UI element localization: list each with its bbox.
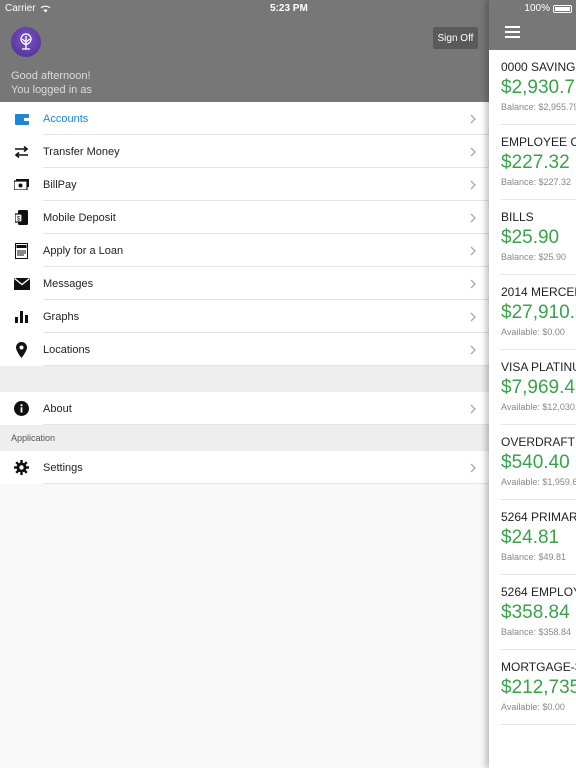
chevron-right-icon <box>465 210 481 226</box>
menu-label-about: About <box>43 402 72 415</box>
menu-item-locations[interactable]: Locations <box>0 333 489 366</box>
account-name: VISA PLATINU <box>501 360 576 374</box>
account-balance: Balance: $227.32 <box>501 177 572 187</box>
chevron-right-icon <box>465 144 481 160</box>
accounts-panel: 100% 0000 SAVINGS $2,930.79 Balance: $2,… <box>489 0 576 768</box>
menu-item-apply-loan[interactable]: Apply for a Loan <box>0 234 489 267</box>
gear-icon <box>0 451 43 484</box>
menu-label-transfer-money: Transfer Money <box>43 145 120 158</box>
menu-label-mobile-deposit: Mobile Deposit <box>43 211 116 224</box>
wallet-icon <box>0 102 43 135</box>
menu-item-billpay[interactable]: BillPay <box>0 168 489 201</box>
account-amount: $24.81 <box>501 527 560 548</box>
transfer-arrows-icon <box>0 135 43 168</box>
greeting: Good afternoon! You logged in as <box>11 69 92 97</box>
menu-label-apply-loan: Apply for a Loan <box>43 244 124 257</box>
account-row[interactable]: 5264 PRIMAR $24.81 Balance: $49.81 <box>501 500 576 575</box>
account-name: MORTGAGE-3 <box>501 660 576 674</box>
menu-label-messages: Messages <box>43 277 94 290</box>
chevron-right-icon <box>465 401 481 417</box>
account-row[interactable]: EMPLOYEE CH $227.32 Balance: $227.32 <box>501 125 576 200</box>
menu-label-settings: Settings <box>43 461 83 474</box>
account-balance: Available: $12,030. <box>501 402 576 412</box>
hamburger-menu-icon[interactable] <box>505 26 520 41</box>
cash-icon <box>0 168 43 201</box>
chevron-right-icon <box>465 460 481 476</box>
account-amount: $227.32 <box>501 152 570 173</box>
account-amount: $540.40 <box>501 452 570 473</box>
account-balance: Available: $0.00 <box>501 702 565 712</box>
account-amount: $25.90 <box>501 227 560 248</box>
accounts-list: 0000 SAVINGS $2,930.79 Balance: $2,955.7… <box>501 50 576 725</box>
account-balance: Available: $0.00 <box>501 327 565 337</box>
account-balance: Balance: $25.90 <box>501 252 567 262</box>
app-logo <box>11 27 41 57</box>
greeting-line-1: Good afternoon! <box>11 70 91 82</box>
status-carrier: Carrier <box>5 3 51 14</box>
account-name: EMPLOYEE CH <box>501 135 576 149</box>
chevron-right-icon <box>465 342 481 358</box>
menu-item-graphs[interactable]: Graphs <box>0 300 489 333</box>
wifi-icon <box>40 5 50 12</box>
battery-icon <box>553 4 572 13</box>
menu-item-about[interactable]: About <box>0 392 489 425</box>
account-name: 2014 MERCED <box>501 285 576 299</box>
side-menu: Carrier 5:23 PM Sign Off Good afternoon!… <box>0 0 489 768</box>
envelope-icon <box>0 267 43 300</box>
menu-label-accounts: Accounts <box>43 112 89 125</box>
menu-spacer <box>0 366 489 392</box>
chevron-right-icon <box>465 276 481 292</box>
menu-item-messages[interactable]: Messages <box>0 267 489 300</box>
chevron-right-icon <box>465 309 481 325</box>
menu-label-billpay: BillPay <box>43 178 77 191</box>
menu-list: Accounts Transfer Money BillPay $ Mobile… <box>0 102 489 484</box>
account-row[interactable]: 2014 MERCED $27,910.9 Available: $0.00 <box>501 275 576 350</box>
status-time: 5:23 PM <box>270 3 308 14</box>
account-balance: Balance: $358.84 <box>501 627 572 637</box>
account-amount: $27,910.9 <box>501 302 576 323</box>
chevron-right-icon <box>465 111 481 127</box>
chevron-right-icon <box>465 243 481 259</box>
sign-off-button[interactable]: Sign Off <box>433 27 478 49</box>
account-row[interactable]: VISA PLATINU $7,969.42 Available: $12,03… <box>501 350 576 425</box>
account-name: BILLS <box>501 210 534 224</box>
menu-item-accounts[interactable]: Accounts <box>0 102 489 135</box>
account-amount: $2,930.79 <box>501 77 576 98</box>
account-balance: Balance: $2,955.79 <box>501 102 576 112</box>
status-battery: 100% <box>524 3 572 14</box>
account-amount: $358.84 <box>501 602 570 623</box>
tree-logo-icon <box>20 33 32 50</box>
menu-label-locations: Locations <box>43 343 91 356</box>
menu-item-transfer-money[interactable]: Transfer Money <box>0 135 489 168</box>
account-name: OVERDRAFT L <box>501 435 576 449</box>
account-row[interactable]: 0000 SAVINGS $2,930.79 Balance: $2,955.7… <box>501 50 576 125</box>
menu-item-settings[interactable]: Settings <box>0 451 489 484</box>
accounts-topbar: 100% <box>489 0 576 50</box>
account-amount: $7,969.42 <box>501 377 576 398</box>
chevron-right-icon <box>465 177 481 193</box>
greeting-line-2: You logged in as <box>11 84 92 96</box>
account-name: 5264 PRIMAR <box>501 510 576 524</box>
menu-header: Carrier 5:23 PM Sign Off Good afternoon!… <box>0 0 489 102</box>
account-row[interactable]: 5264 EMPLOY $358.84 Balance: $358.84 <box>501 575 576 650</box>
account-name: 0000 SAVINGS <box>501 60 576 74</box>
account-balance: Balance: $49.81 <box>501 552 567 562</box>
mobile-deposit-icon: $ <box>0 201 43 234</box>
menu-item-mobile-deposit[interactable]: $ Mobile Deposit <box>0 201 489 234</box>
loan-document-icon <box>0 234 43 267</box>
menu-label-graphs: Graphs <box>43 310 80 323</box>
account-row[interactable]: MORTGAGE-3 $212,735 Available: $0.00 <box>501 650 576 725</box>
bar-chart-icon <box>0 300 43 333</box>
account-row[interactable]: OVERDRAFT L $540.40 Available: $1,959.6 <box>501 425 576 500</box>
map-pin-icon <box>0 333 43 366</box>
account-amount: $212,735 <box>501 677 576 698</box>
account-balance: Available: $1,959.6 <box>501 477 576 487</box>
account-name: 5264 EMPLOY <box>501 585 576 599</box>
section-header-application: Application <box>0 425 489 451</box>
carrier-label: Carrier <box>5 3 36 14</box>
account-row[interactable]: BILLS $25.90 Balance: $25.90 <box>501 200 576 275</box>
info-icon <box>0 392 43 425</box>
battery-percent: 100% <box>524 3 550 14</box>
